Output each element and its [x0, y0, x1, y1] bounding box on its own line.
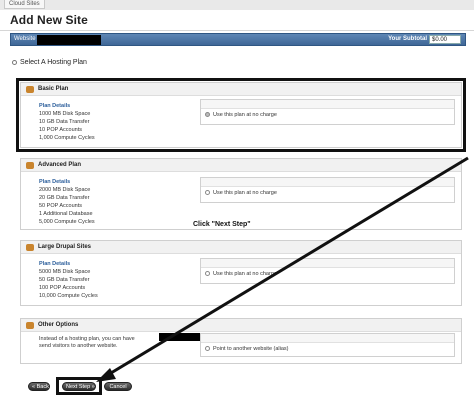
- annotation-arrow-icon: [96, 156, 469, 382]
- back-button[interactable]: « Back: [28, 382, 50, 391]
- cancel-button[interactable]: Cancel: [104, 382, 132, 391]
- next-step-highlight: [56, 377, 102, 395]
